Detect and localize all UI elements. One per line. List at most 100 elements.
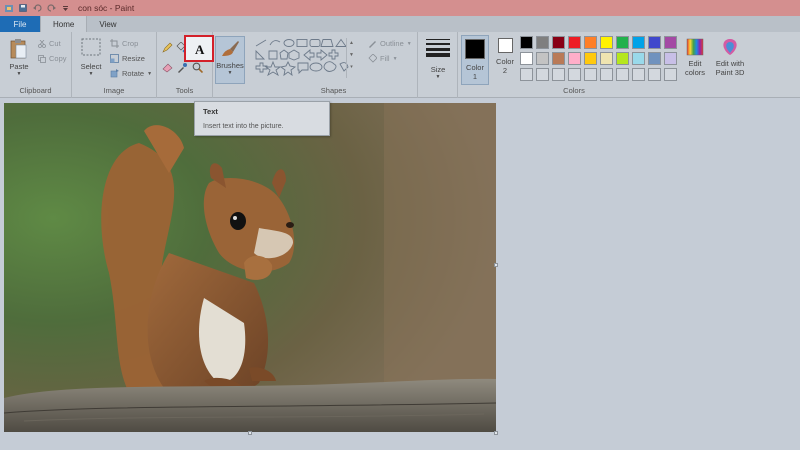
edit-paint3d-label-1: Edit with	[715, 59, 745, 68]
chevron-down-icon[interactable]: ▼	[349, 52, 354, 58]
palette-swatch[interactable]	[552, 52, 565, 65]
tab-file[interactable]: File	[0, 16, 40, 32]
palette-swatch[interactable]	[616, 52, 629, 65]
image-group: Select ▼ Crop Resize Rotate ▼ Image	[72, 32, 157, 98]
palette-swatch[interactable]	[552, 68, 565, 81]
ribbon-tab-bar: File Home View	[0, 16, 800, 32]
crop-label: Crop	[122, 39, 139, 48]
paste-button[interactable]: Paste ▼	[6, 38, 32, 77]
chevron-down-icon: ▼	[88, 71, 94, 77]
color1-button[interactable]: Color 1	[461, 35, 489, 85]
palette-swatch[interactable]	[536, 36, 549, 49]
palette-swatch[interactable]	[568, 36, 581, 49]
redo-icon[interactable]	[46, 3, 56, 13]
size-button[interactable]: Size ▼	[424, 38, 452, 80]
palette-swatch[interactable]	[568, 52, 581, 65]
crop-icon	[110, 39, 119, 48]
color2-button[interactable]: Color 2	[494, 38, 516, 75]
palette-swatch[interactable]	[648, 52, 661, 65]
scissors-icon	[38, 39, 46, 48]
magnifier-icon[interactable]	[192, 62, 203, 73]
resize-icon	[110, 54, 119, 63]
chevron-down-icon: ▼	[227, 70, 233, 76]
palette-swatch[interactable]	[664, 68, 677, 81]
edit-colors-button[interactable]: Edit colors	[682, 38, 708, 77]
rotate-button[interactable]: Rotate ▼	[110, 69, 152, 78]
tab-view[interactable]: View	[87, 16, 128, 32]
palette-swatch[interactable]	[632, 36, 645, 49]
edit-with-paint3d-button[interactable]: Edit with Paint 3D	[712, 38, 748, 77]
brushes-button[interactable]: Brushes ▼	[215, 36, 245, 84]
palette-swatch[interactable]	[632, 68, 645, 81]
select-icon	[81, 38, 101, 56]
shapes-scroll[interactable]: ▲ ▼ ▾	[346, 38, 356, 78]
palette-swatch[interactable]	[616, 36, 629, 49]
title-bar: con sóc - Paint	[0, 0, 800, 16]
text-tool-tooltip: Text Insert text into the picture.	[194, 101, 330, 136]
window-title: con sóc - Paint	[78, 3, 135, 13]
select-label: Select	[80, 62, 102, 71]
palette-swatch[interactable]	[600, 52, 613, 65]
color-spectrum-icon	[686, 38, 704, 56]
palette-swatch[interactable]	[664, 36, 677, 49]
palette-swatch[interactable]	[552, 36, 565, 49]
palette-swatch[interactable]	[568, 68, 581, 81]
palette-swatch[interactable]	[520, 36, 533, 49]
undo-icon[interactable]	[32, 3, 42, 13]
canvas-resize-handle-right[interactable]	[494, 263, 498, 267]
shapes-group-label: Shapes	[320, 86, 347, 95]
size-label: Size	[430, 65, 446, 74]
eraser-icon[interactable]	[162, 62, 173, 73]
palette-swatch[interactable]	[616, 68, 629, 81]
palette-swatch[interactable]	[648, 68, 661, 81]
chevron-up-icon[interactable]: ▲	[349, 40, 354, 46]
customize-arrow-icon[interactable]	[60, 3, 70, 13]
palette-swatch[interactable]	[600, 68, 613, 81]
select-button[interactable]: Select ▼	[78, 38, 104, 77]
canvas-resize-handle-bottom[interactable]	[248, 431, 252, 435]
palette-swatch[interactable]	[520, 52, 533, 65]
palette-swatch[interactable]	[584, 68, 597, 81]
resize-button[interactable]: Resize	[110, 54, 145, 63]
palette-swatch[interactable]	[536, 68, 549, 81]
text-tool-button[interactable]: A	[184, 35, 214, 62]
paint3d-icon	[721, 38, 739, 56]
palette-swatch[interactable]	[520, 68, 533, 81]
palette-swatch[interactable]	[536, 52, 549, 65]
cut-button[interactable]: Cut	[38, 39, 61, 48]
fill-button[interactable]: Fill ▼	[368, 54, 398, 63]
palette-swatch[interactable]	[584, 52, 597, 65]
expand-gallery-icon[interactable]: ▾	[350, 64, 353, 70]
color1-label: Color	[466, 63, 484, 72]
palette-swatch[interactable]	[600, 36, 613, 49]
color2-number: 2	[502, 66, 508, 75]
color-picker-icon[interactable]	[177, 62, 187, 73]
save-icon[interactable]	[18, 3, 28, 13]
crop-button[interactable]: Crop	[110, 39, 138, 48]
clipboard-group: Paste ▼ Cut Copy Clipboard	[0, 32, 72, 98]
outline-button[interactable]: Outline ▼	[368, 39, 412, 48]
shapes-group: ▲ ▼ ▾ Outline ▼ Fill ▼ Shapes	[250, 32, 418, 98]
image-group-label: Image	[103, 86, 125, 95]
pencil-icon[interactable]	[162, 42, 173, 53]
palette-swatch[interactable]	[632, 52, 645, 65]
canvas-image[interactable]	[4, 103, 496, 432]
fill-icon	[368, 54, 377, 63]
copy-button[interactable]: Copy	[38, 54, 67, 63]
paste-label: Paste	[9, 62, 29, 71]
tab-home[interactable]: Home	[40, 16, 88, 32]
chevron-down-icon: ▼	[392, 55, 398, 62]
paint-app-icon[interactable]	[4, 3, 14, 13]
outline-label: Outline	[380, 39, 404, 48]
copy-icon	[38, 54, 46, 63]
chevron-down-icon: ▼	[147, 70, 153, 77]
edit-paint3d-label-2: Paint 3D	[715, 68, 745, 77]
ribbon: Paste ▼ Cut Copy Clipboard Select ▼ Crop…	[0, 32, 800, 98]
resize-label: Resize	[122, 54, 145, 63]
palette-swatch[interactable]	[648, 36, 661, 49]
palette-swatch[interactable]	[664, 52, 677, 65]
text-tool-icon: A	[195, 42, 205, 57]
copy-label: Copy	[49, 54, 67, 63]
palette-swatch[interactable]	[584, 36, 597, 49]
canvas-resize-handle-corner[interactable]	[494, 431, 498, 435]
